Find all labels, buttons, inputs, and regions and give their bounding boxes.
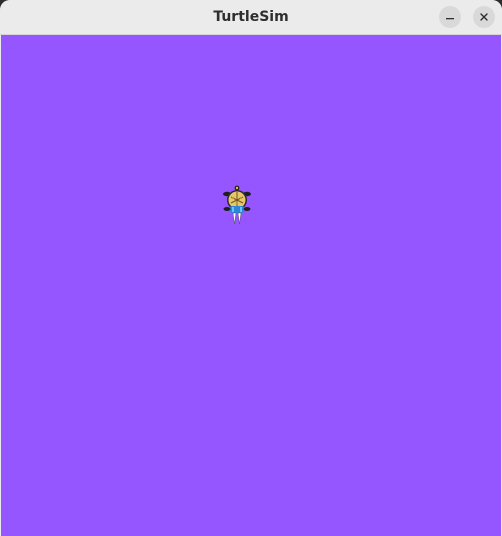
title-bar[interactable]: TurtleSim [0,0,502,35]
window-title: TurtleSim [213,9,289,25]
turtle-icon [223,185,251,225]
close-button[interactable] [473,6,495,28]
minimize-button[interactable] [439,6,461,28]
minimize-icon [446,18,454,20]
turtlesim-window: TurtleSim [0,0,502,536]
turtle-canvas [1,35,501,536]
close-icon [480,13,488,21]
